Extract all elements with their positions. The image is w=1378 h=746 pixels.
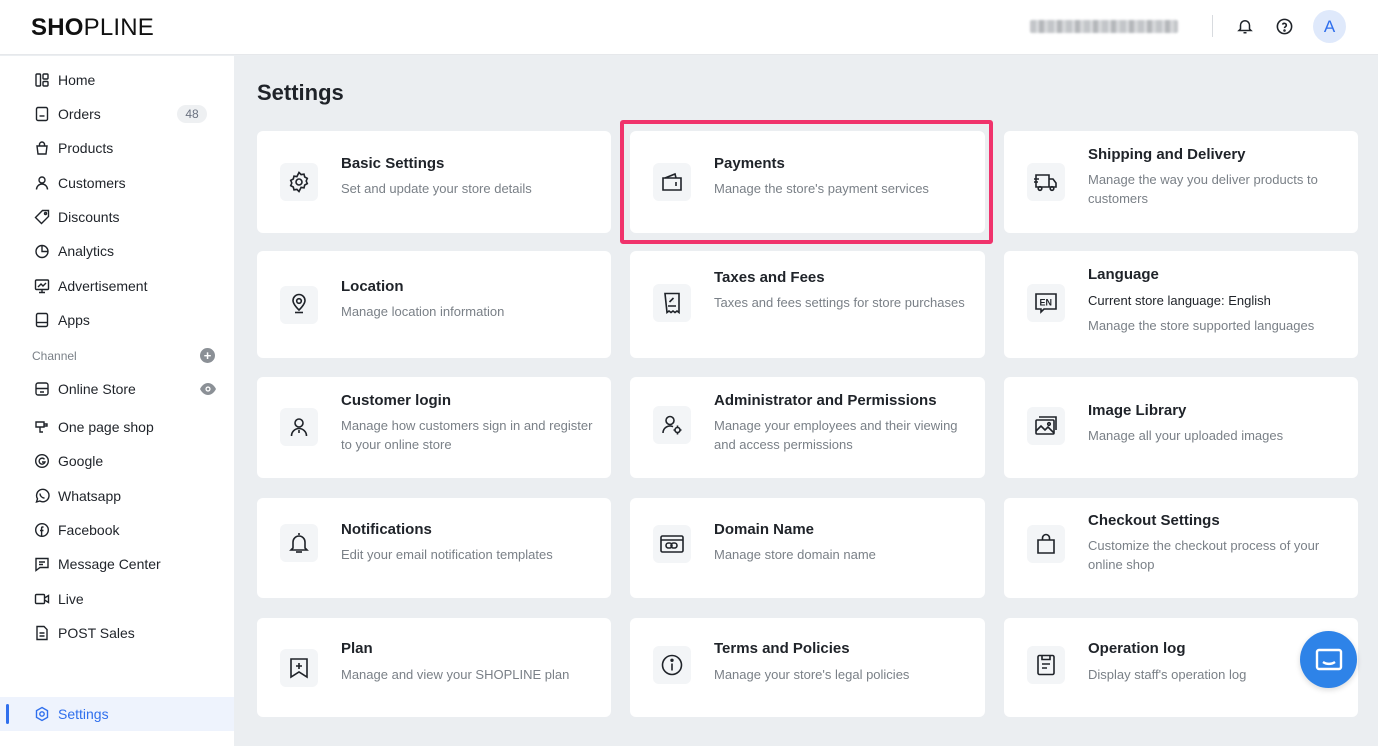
apps-icon xyxy=(34,312,50,328)
settings-card-basic[interactable]: Basic Settings Set and update your store… xyxy=(257,131,611,233)
operation-log-icon xyxy=(1027,646,1065,684)
settings-icon xyxy=(34,706,50,722)
settings-card-checkout[interactable]: Checkout Settings Customize the checkout… xyxy=(1004,498,1358,598)
bell-icon[interactable] xyxy=(1233,14,1257,38)
chat-support-button[interactable] xyxy=(1300,631,1357,688)
settings-card-language[interactable]: EN Language Current store language: Engl… xyxy=(1004,251,1358,358)
sidebar-item-google[interactable]: Google xyxy=(0,446,234,476)
settings-card-notifications[interactable]: Notifications Edit your email notificati… xyxy=(257,498,611,598)
sidebar: Home Orders 48 Products Customers Discou… xyxy=(0,56,234,746)
payments-highlight-box xyxy=(620,120,993,244)
sidebar-item-online-store[interactable]: Online Store xyxy=(0,374,234,404)
plan-bookmark-icon xyxy=(280,649,318,687)
admin-permissions-icon xyxy=(653,406,691,444)
gear-icon xyxy=(280,163,318,201)
sidebar-item-discounts[interactable]: Discounts xyxy=(0,202,234,232)
sidebar-item-one-page-shop[interactable]: One page shop xyxy=(0,412,234,442)
advertisement-icon xyxy=(34,278,50,294)
google-icon xyxy=(34,453,50,469)
sidebar-item-analytics[interactable]: Analytics xyxy=(0,236,234,266)
live-icon xyxy=(34,591,50,607)
orders-icon xyxy=(34,106,50,122)
settings-card-domain[interactable]: Domain Name Manage store domain name xyxy=(630,498,985,598)
active-indicator xyxy=(6,704,9,724)
settings-card-taxes[interactable]: Taxes and Fees Taxes and fees settings f… xyxy=(630,251,985,358)
post-sales-icon xyxy=(34,625,50,641)
sidebar-item-advertisement[interactable]: Advertisement xyxy=(0,271,234,301)
shopping-bag-icon xyxy=(1027,525,1065,563)
sidebar-item-live[interactable]: Live xyxy=(0,584,234,614)
add-channel-button[interactable]: + xyxy=(200,348,215,363)
online-store-icon xyxy=(34,381,50,397)
settings-card-image-library[interactable]: Image Library Manage all your uploaded i… xyxy=(1004,377,1358,478)
products-icon xyxy=(34,140,50,156)
settings-card-plan[interactable]: Plan Manage and view your SHOPLINE plan xyxy=(257,618,611,717)
settings-card-customer-login[interactable]: Customer login Manage how customers sign… xyxy=(257,377,611,478)
sidebar-item-home[interactable]: Home xyxy=(0,65,234,95)
message-center-icon xyxy=(34,556,50,572)
settings-card-location[interactable]: Location Manage location information xyxy=(257,251,611,358)
discount-tag-icon xyxy=(34,209,50,225)
whatsapp-icon xyxy=(34,488,50,504)
orders-count-badge: 48 xyxy=(177,105,207,123)
avatar[interactable]: A xyxy=(1313,10,1346,43)
store-name-blurred[interactable] xyxy=(1030,20,1178,33)
one-page-shop-icon xyxy=(34,419,50,435)
sidebar-item-orders[interactable]: Orders 48 xyxy=(0,99,234,129)
facebook-icon xyxy=(34,522,50,538)
sidebar-item-post-sales[interactable]: POST Sales xyxy=(0,618,234,648)
language-en-icon: EN xyxy=(1027,284,1065,322)
truck-icon xyxy=(1027,163,1065,201)
sidebar-item-whatsapp[interactable]: Whatsapp xyxy=(0,481,234,511)
home-icon xyxy=(34,72,50,88)
sidebar-item-apps[interactable]: Apps xyxy=(0,305,234,335)
top-bar: SHOPLINE A xyxy=(0,0,1378,55)
channel-section-label: Channel xyxy=(32,349,77,363)
customers-icon xyxy=(34,175,50,191)
location-pin-icon xyxy=(280,286,318,324)
image-library-icon xyxy=(1027,407,1065,445)
settings-card-shipping[interactable]: Shipping and Delivery Manage the way you… xyxy=(1004,131,1358,233)
shopline-logo[interactable]: SHOPLINE xyxy=(31,14,154,42)
sidebar-item-customers[interactable]: Customers xyxy=(0,168,234,198)
svg-text:EN: EN xyxy=(1040,298,1053,308)
eye-icon[interactable] xyxy=(199,382,217,396)
chat-icon xyxy=(1315,647,1343,673)
settings-card-admin-permissions[interactable]: Administrator and Permissions Manage you… xyxy=(630,377,985,478)
divider xyxy=(1212,15,1213,37)
user-icon xyxy=(280,408,318,446)
receipt-icon xyxy=(653,284,691,322)
sidebar-item-products[interactable]: Products xyxy=(0,133,234,163)
sidebar-item-message-center[interactable]: Message Center xyxy=(0,549,234,579)
analytics-icon xyxy=(34,243,50,259)
sidebar-item-settings[interactable]: Settings xyxy=(0,697,234,731)
bell-icon xyxy=(280,524,318,562)
sidebar-item-facebook[interactable]: Facebook xyxy=(0,515,234,545)
info-icon xyxy=(653,646,691,684)
help-icon[interactable] xyxy=(1272,14,1296,38)
page-title: Settings xyxy=(257,80,344,105)
domain-link-icon xyxy=(653,525,691,563)
settings-card-terms[interactable]: Terms and Policies Manage your store's l… xyxy=(630,618,985,717)
